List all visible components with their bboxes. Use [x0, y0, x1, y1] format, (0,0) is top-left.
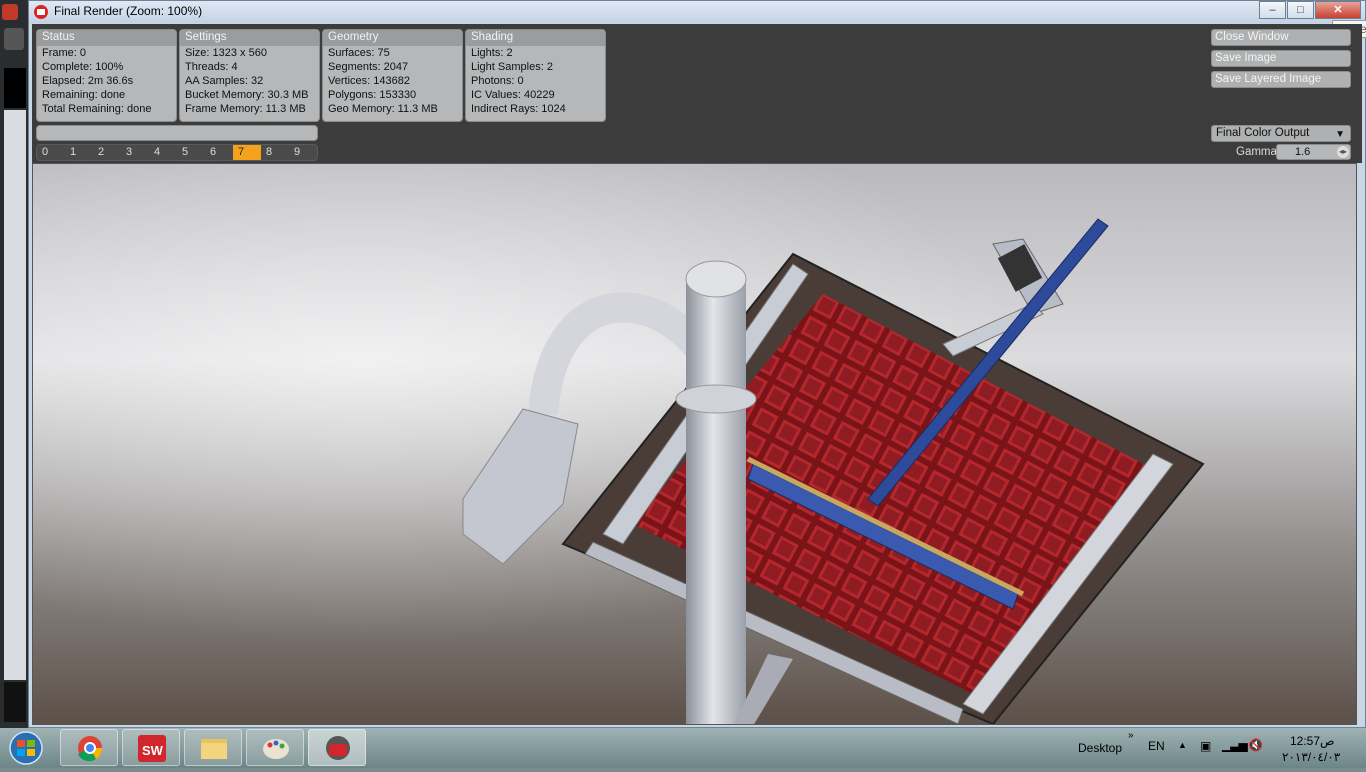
status-row: Total Remaining: done: [42, 103, 152, 115]
clock-time: 12:57: [1290, 734, 1321, 748]
background-panel: [4, 110, 26, 680]
gamma-label: Gamma: [1236, 146, 1277, 158]
settings-row: Bucket Memory: 30.3 MB: [185, 89, 309, 101]
frame-slot[interactable]: 5: [177, 145, 205, 160]
geometry-box: Geometry Surfaces: 75 Segments: 2047 Ver…: [322, 29, 463, 122]
folder-icon: [201, 739, 227, 759]
solidworks-render-icon: [326, 736, 350, 760]
frame-slot[interactable]: 2: [93, 145, 121, 160]
rendered-image: [33, 164, 1356, 724]
chevron-double-icon[interactable]: »: [1128, 730, 1134, 741]
title-bar[interactable]: Final Render (Zoom: 100%) – □ ✕: [29, 1, 1365, 23]
settings-row: Size: 1323 x 560: [185, 47, 267, 59]
settings-box: Settings Size: 1323 x 560 Threads: 4 AA …: [179, 29, 320, 122]
taskbar: SW Desktop » EN ▲ ▣ ▁▃▅ 🔇 12:57 ص ٢٠١٣/٠…: [0, 728, 1366, 768]
render-progress-bar: [36, 125, 318, 141]
start-button[interactable]: [4, 729, 48, 767]
pause-icon: [4, 28, 24, 50]
frame-buffer-selector: 0 1 2 3 4 5 6 7 8 9: [36, 144, 318, 161]
minimize-button[interactable]: –: [1259, 1, 1286, 19]
render-app-icon: [34, 5, 48, 19]
geometry-row: Polygons: 153330: [328, 89, 417, 101]
chrome-icon: [78, 736, 103, 762]
tray-expand-icon[interactable]: ▲: [1178, 740, 1187, 750]
status-row: Complete: 100%: [42, 61, 124, 73]
svg-text:SW: SW: [142, 743, 164, 758]
taskbar-render-button[interactable]: [308, 729, 366, 766]
taskbar-solidworks-button[interactable]: SW: [122, 729, 180, 766]
shading-row: Indirect Rays: 1024: [471, 103, 566, 115]
shading-row: Light Samples: 2: [471, 61, 553, 73]
render-info-panel: Status Frame: 0 Complete: 100% Elapsed: …: [32, 24, 1362, 163]
background-window-strip: [0, 0, 30, 730]
shading-header: Shading: [466, 30, 605, 46]
status-row: Elapsed: 2m 36.6s: [42, 75, 134, 87]
background-panel: [4, 682, 26, 722]
status-row: Remaining: done: [42, 89, 126, 101]
frame-slot[interactable]: 3: [121, 145, 149, 160]
output-select[interactable]: Final Color Output ▼: [1211, 125, 1351, 142]
save-layered-image-button[interactable]: Save Layered Image: [1211, 71, 1351, 88]
frame-slot[interactable]: 9: [289, 145, 317, 160]
solidworks-icon: SW: [138, 735, 166, 762]
shading-row: Photons: 0: [471, 75, 524, 87]
settings-row: Frame Memory: 11.3 MB: [185, 103, 306, 115]
status-box: Status Frame: 0 Complete: 100% Elapsed: …: [36, 29, 177, 122]
frame-slot[interactable]: 8: [261, 145, 289, 160]
status-row: Frame: 0: [42, 47, 87, 59]
geometry-row: Vertices: 143682: [328, 75, 410, 87]
clock-ampm: ص: [1320, 734, 1335, 748]
gamma-input[interactable]: 1.6 ◂▸: [1276, 144, 1351, 160]
taskbar-explorer-button[interactable]: [184, 729, 242, 766]
language-indicator[interactable]: EN: [1148, 739, 1165, 753]
settings-row: Threads: 4: [185, 61, 238, 73]
slider-knob-icon[interactable]: ◂▸: [1337, 146, 1349, 158]
settings-row: AA Samples: 32: [185, 75, 264, 87]
output-select-value: Final Color Output: [1216, 127, 1310, 139]
frame-slot[interactable]: 4: [149, 145, 177, 160]
frame-slot-active[interactable]: 7: [233, 145, 261, 160]
taskbar-paint-button[interactable]: [246, 729, 304, 766]
render-viewport: [32, 163, 1357, 725]
frame-slot[interactable]: 0: [37, 145, 65, 160]
desktop-toolbar-label[interactable]: Desktop: [1078, 741, 1122, 755]
gamma-value: 1.6: [1295, 146, 1311, 158]
geometry-row: Segments: 2047: [328, 61, 409, 73]
frame-slot[interactable]: 6: [205, 145, 233, 160]
status-header: Status: [37, 30, 176, 46]
geometry-header: Geometry: [323, 30, 462, 46]
save-image-button[interactable]: Save Image: [1211, 50, 1351, 67]
action-center-icon[interactable]: ▣: [1200, 739, 1211, 753]
shading-row: Lights: 2: [471, 47, 513, 59]
windows-logo-icon: [9, 731, 43, 765]
app-icon: [2, 4, 18, 20]
maximize-button[interactable]: □: [1287, 1, 1314, 19]
render-window: Final Render (Zoom: 100%) – □ ✕ Close St…: [28, 0, 1366, 728]
taskbar-chrome-button[interactable]: [60, 729, 118, 766]
background-panel: [4, 68, 26, 108]
frame-slot[interactable]: 1: [65, 145, 93, 160]
window-title: Final Render (Zoom: 100%): [54, 4, 203, 18]
settings-header: Settings: [180, 30, 319, 46]
clock-date: ٢٠١٣/٠٤/٠٣: [1282, 750, 1341, 764]
geometry-row: Geo Memory: 11.3 MB: [328, 103, 438, 115]
network-signal-icon[interactable]: ▁▃▅: [1222, 738, 1248, 752]
close-window-button[interactable]: Close Window: [1211, 29, 1351, 46]
geometry-row: Surfaces: 75: [328, 47, 390, 59]
shading-row: IC Values: 40229: [471, 89, 555, 101]
shading-box: Shading Lights: 2 Light Samples: 2 Photo…: [465, 29, 606, 122]
volume-muted-icon[interactable]: 🔇: [1248, 738, 1263, 752]
chevron-down-icon: ▼: [1335, 129, 1345, 140]
paint-palette-icon: [263, 739, 289, 759]
close-button[interactable]: ✕: [1315, 1, 1361, 19]
